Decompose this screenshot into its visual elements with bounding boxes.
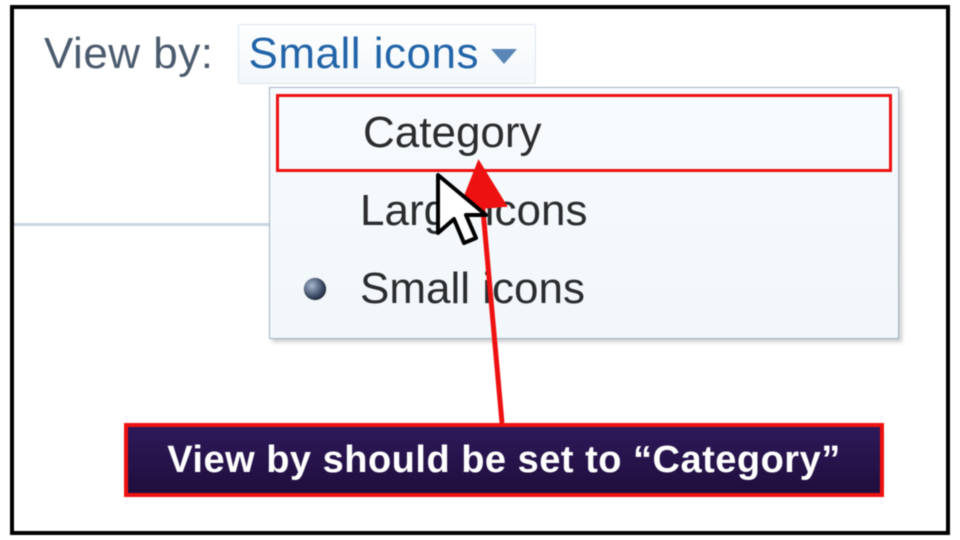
- menu-item-large-icons[interactable]: Large icons: [270, 172, 898, 250]
- menu-item-label: Small icons: [360, 264, 585, 314]
- menu-item-category[interactable]: Category: [276, 94, 892, 172]
- menu-item-small-icons[interactable]: Small icons: [270, 250, 898, 328]
- view-by-selected: Small icons: [249, 29, 479, 79]
- instruction-callout: View by should be set to “Category”: [124, 423, 884, 497]
- instruction-text: View by should be set to “Category”: [167, 439, 840, 482]
- view-by-menu: Category Large icons Small icons: [269, 87, 899, 339]
- view-by-dropdown[interactable]: Small icons: [238, 24, 536, 84]
- menu-item-label: Category: [363, 108, 542, 158]
- menu-item-label: Large icons: [360, 186, 587, 236]
- view-by-row: View by: Small icons: [44, 24, 536, 84]
- screenshot-frame: View by: Small icons Category Large icon…: [10, 5, 950, 535]
- chevron-down-icon: [491, 49, 517, 64]
- view-by-label: View by:: [44, 29, 214, 79]
- bullet-icon: [304, 278, 326, 300]
